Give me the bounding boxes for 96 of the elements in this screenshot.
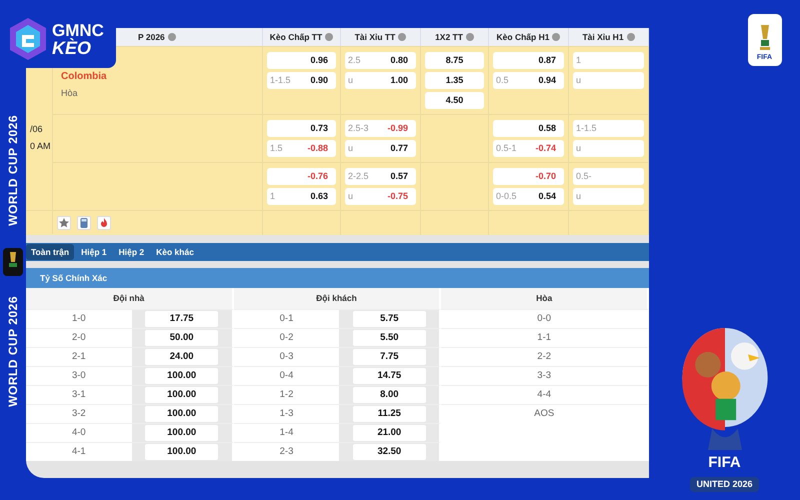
odds-box[interactable]: 21.00 [352,425,426,441]
score-label: 4-4 [536,388,552,402]
odds-box[interactable]: 1.5 -0.88 [267,140,336,157]
column-header: Đội nhà [26,288,234,309]
odds-box[interactable]: 17.75 [145,311,218,327]
odds-box[interactable]: 24.00 [145,349,218,365]
score-label: AOS [533,406,556,421]
odds-box[interactable]: 5.75 [352,311,426,327]
odds-box[interactable]: 0.96 [267,52,336,69]
star-icon[interactable] [57,216,71,230]
trophy-icon [758,22,772,52]
column-header: Đội khách [234,288,442,309]
odds-box[interactable]: 100.00 [145,444,218,460]
trophy-icon [3,248,23,276]
info-icon [626,33,635,41]
odds-box[interactable]: 14.75 [352,368,426,384]
odds-box[interactable]: -0.70 [493,168,564,185]
odds-box[interactable]: 0-0.5 0.54 [493,188,564,205]
info-icon [552,33,560,41]
odds-box[interactable]: 0.58 [493,120,564,137]
badge-text: UNITED 2026 [690,476,759,492]
odds-box[interactable]: 8.00 [352,387,426,403]
column-header: Hòa [441,288,649,309]
team-name: Colombia [61,70,108,84]
odds-box[interactable]: u 1.00 [345,72,416,89]
odds-box[interactable]: 7.75 [352,349,426,365]
odds-box[interactable]: 0.87 [493,52,564,69]
column-header: Kèo Chấp H1 [496,30,550,44]
info-icon [398,33,406,41]
match-date: /06 [30,123,44,136]
score-label: 3-2 [70,406,87,421]
banner-text: WORLD CUP 2026 [5,115,21,226]
score-label: 2-3 [278,444,294,459]
odds-box[interactable]: -0.76 [267,168,336,185]
score-label: 1-3 [278,406,294,421]
logo-text: GMNC [52,22,104,38]
score-label: 0-3 [278,350,294,364]
score-label: 1-4 [278,426,294,440]
score-label: 4-0 [70,426,87,440]
odds-box[interactable]: 32.50 [352,444,426,460]
tab[interactable]: Hiệp 1 [76,244,112,260]
fire-icon[interactable] [97,216,111,230]
cube-logo-icon [8,17,48,61]
info-icon [466,33,474,41]
calculator-icon[interactable] [77,216,91,230]
odds-box[interactable]: 2-2.5 0.57 [345,168,416,185]
table-title: P 2026 [138,30,165,44]
odds-box[interactable]: 2.5 0.80 [345,52,416,69]
score-label: 0-2 [278,330,294,345]
column-header: Tài Xỉu H1 [582,30,624,44]
score-label: 2-0 [70,330,87,345]
score-label: 3-0 [70,368,87,383]
score-label: 1-0 [70,312,87,326]
banner-text: WORLD CUP 2026 [5,296,21,407]
section-header: Tỷ Số Chính Xác [26,268,649,288]
odds-box[interactable]: 0.5 0.94 [493,72,564,89]
info-icon [325,33,334,41]
team-name: Hòa [61,87,79,100]
odds-box[interactable]: 11.25 [352,406,426,422]
info-icon [168,33,176,41]
tab[interactable]: Kèo khác [151,244,199,260]
odds-box[interactable]: u 0.77 [345,140,416,157]
score-label: 4-1 [70,444,87,459]
tab[interactable]: Hiệp 2 [114,244,150,260]
odds-box[interactable]: 1 0.63 [267,188,336,205]
score-label: 0-0 [536,312,552,326]
odds-box[interactable]: 100.00 [145,425,218,441]
column-header: Tài Xỉu TT [354,30,396,44]
score-label: 1-1 [536,330,552,345]
odds-box[interactable]: 100.00 [145,406,218,422]
tab[interactable]: Toàn trận [26,244,74,260]
odds-box[interactable]: 0.5-1 -0.74 [493,140,564,157]
odds-box[interactable]: 8.75 [425,52,484,69]
score-label: 3-1 [70,388,87,402]
score-label: 3-3 [536,368,552,383]
logo-text: KÈO [52,38,92,56]
odds-box[interactable]: 5.50 [352,330,426,346]
odds-box[interactable]: 1-1.5 0.90 [267,72,336,89]
score-label: 2-2 [536,350,552,364]
odds-box[interactable]: 2.5-3 -0.99 [345,120,416,137]
column-header: 1X2 TT [435,30,463,44]
score-label: 0-1 [278,312,294,326]
match-time: 0 AM [30,140,48,152]
odds-box[interactable]: 4.50 [425,92,484,109]
table-cell [421,210,489,235]
odds-box[interactable]: 1.35 [425,72,484,89]
odds-box[interactable]: u -0.75 [345,188,416,205]
score-label: 0-4 [278,368,294,383]
score-label: 1-2 [278,388,294,402]
odds-box[interactable]: 50.00 [145,330,218,346]
odds-box[interactable]: 0.73 [267,120,336,137]
badge-text: FIFA [708,453,741,473]
score-label: 2-1 [70,350,87,364]
column-header: Kèo Chấp TT [270,30,322,44]
odds-box[interactable]: 100.00 [145,368,218,384]
odds-box[interactable]: 100.00 [145,387,218,403]
